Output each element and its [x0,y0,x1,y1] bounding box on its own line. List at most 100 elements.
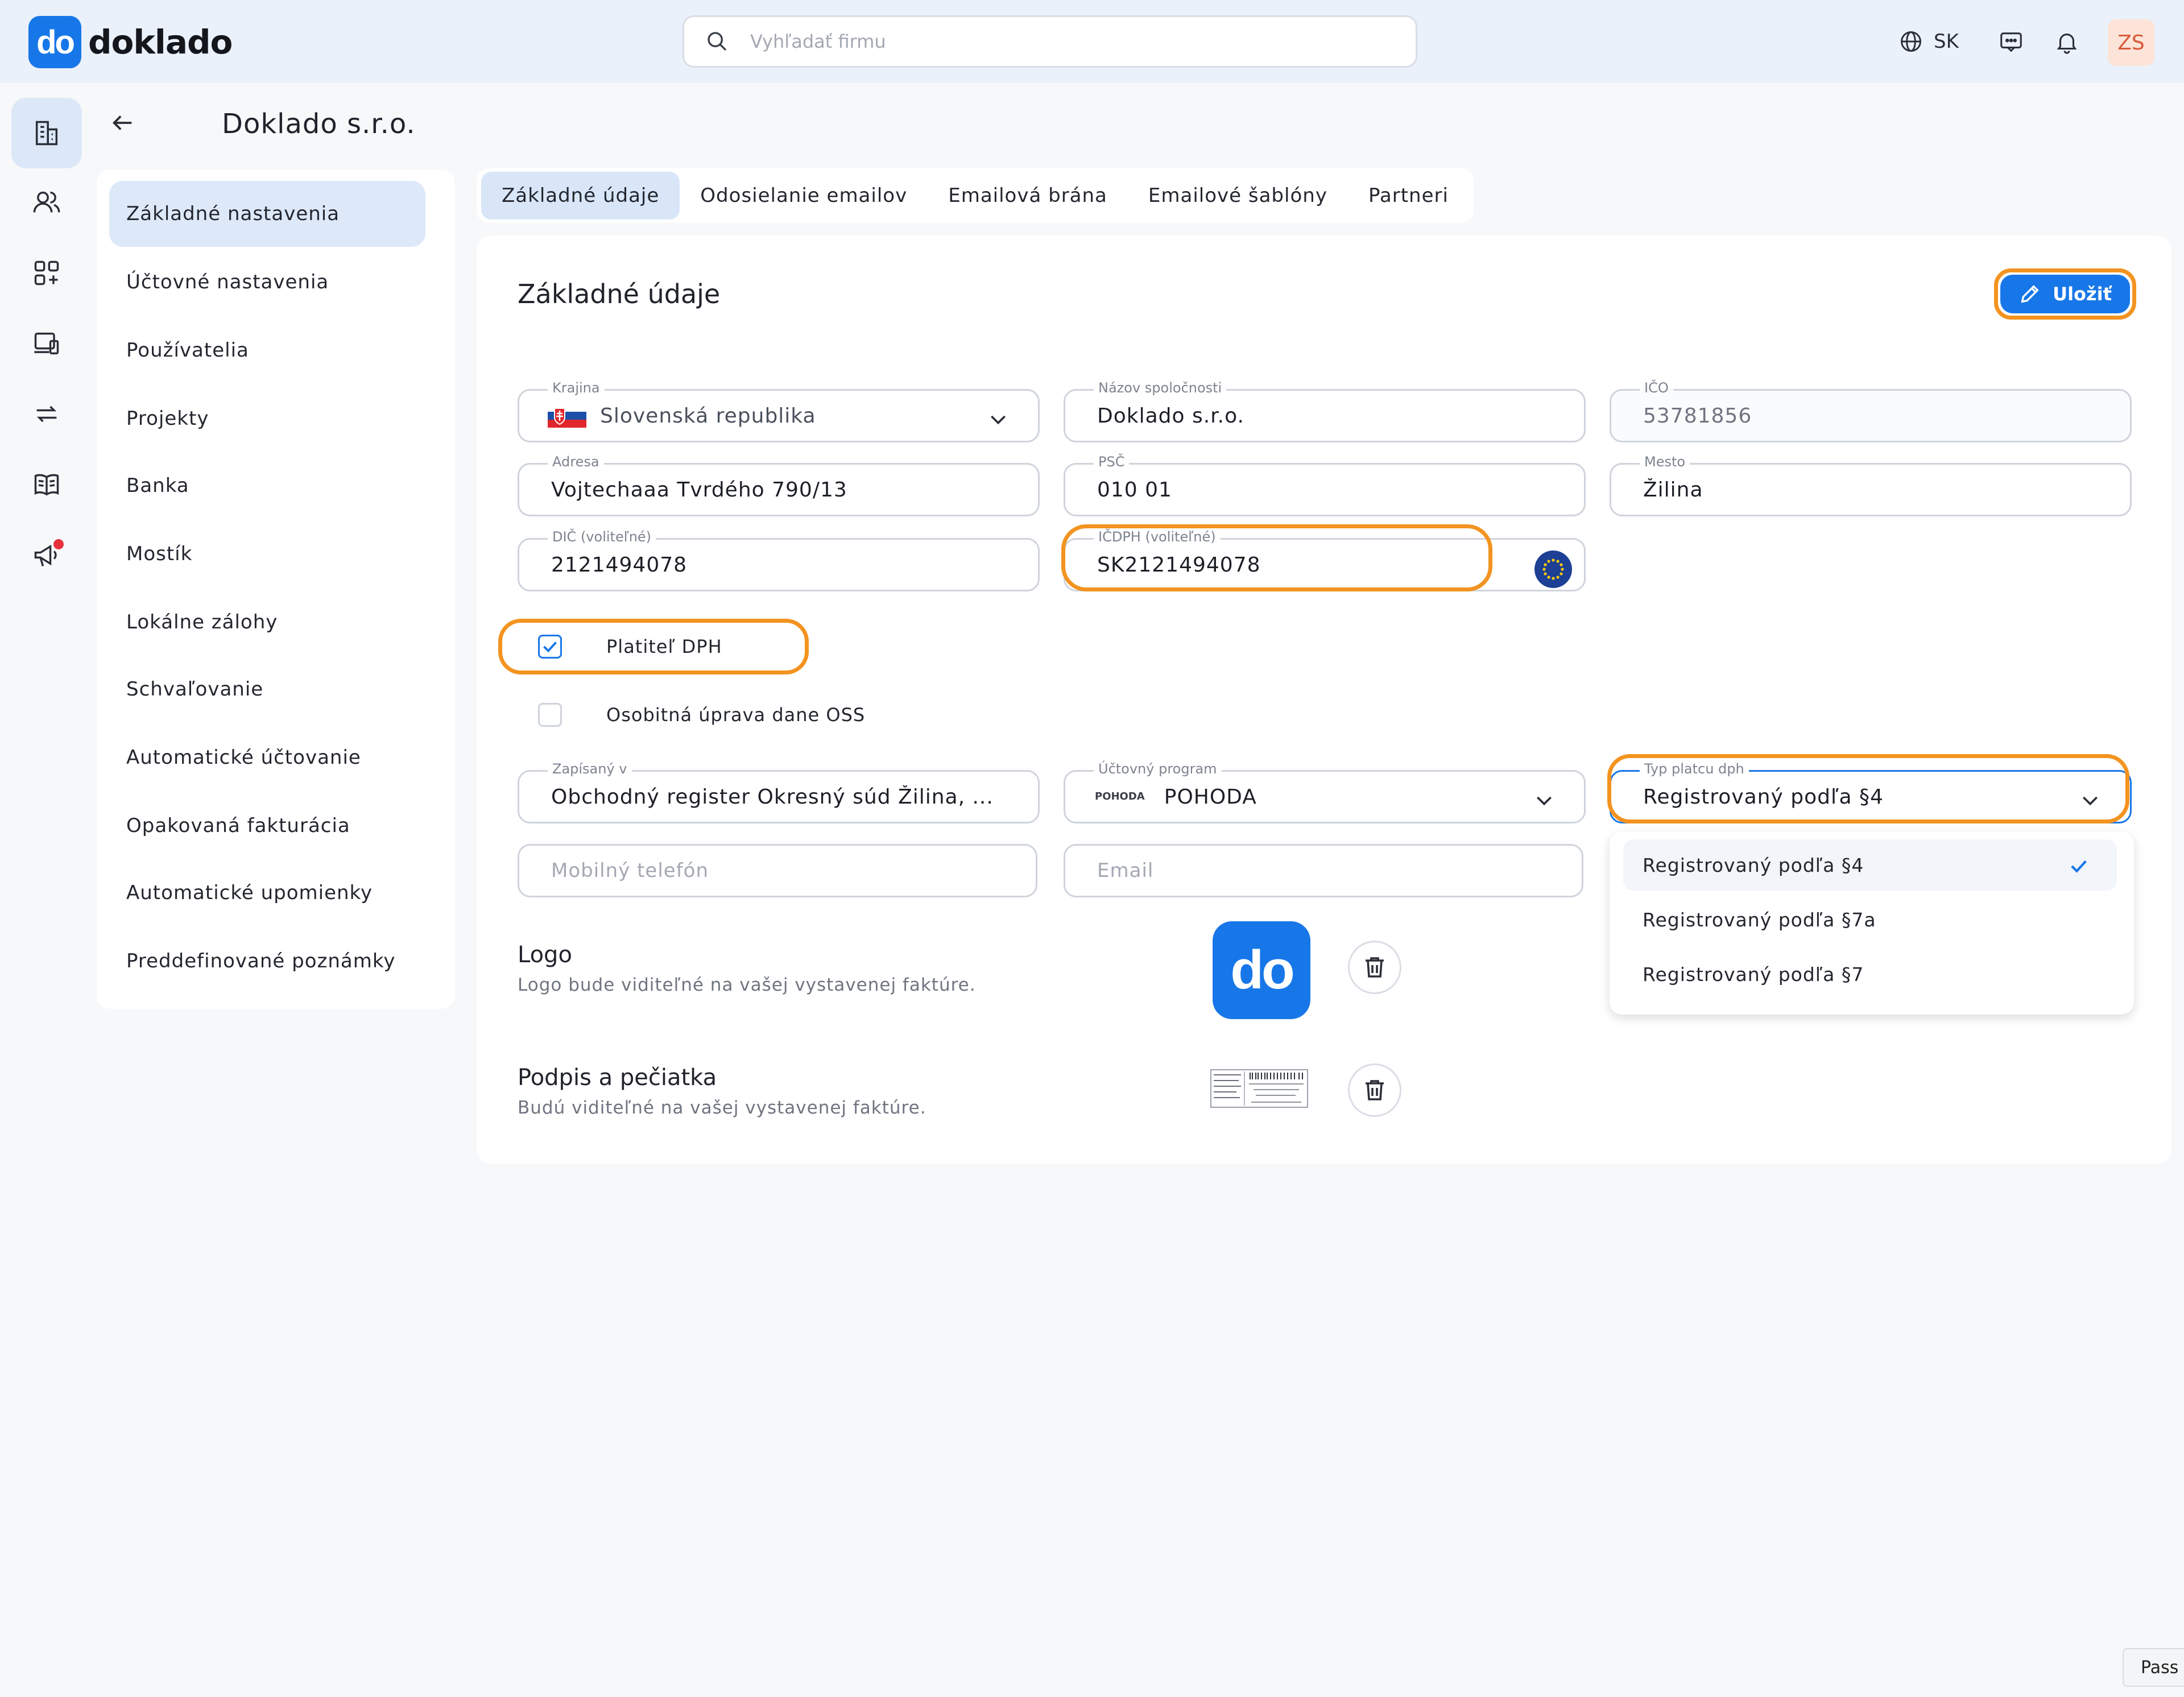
vat-type-option[interactable]: Registrovaný podľa §7 [1623,949,2117,1000]
accounting-program-select[interactable]: Účtovný program POHODA POHODA [1064,761,1586,823]
mobile-phone-field[interactable]: Mobilný telefón [518,844,1037,897]
registered-in-label: Zapísaný v [548,761,632,777]
dic-value: 2121494078 [551,553,688,577]
rail-knowledge-base[interactable] [11,449,82,520]
accounting-program-label: Účtovný program [1094,761,1222,777]
chevron-down-icon [2083,796,2098,806]
vat-type-value: Registrovaný podľa §4 [1643,785,1884,809]
language-switcher[interactable]: SK [1898,23,1959,60]
email-placeholder: Email [1097,859,1154,882]
basic-info-card: Základné údaje Uložiť Krajina Slovenská … [477,235,2171,1164]
chat-button[interactable] [1994,25,2028,59]
registered-in-value: Obchodný register Okresný súd Žilina, ..… [551,785,994,809]
search-input[interactable] [750,31,1319,52]
menu-item-bank[interactable]: Banka [109,453,425,519]
ico-field[interactable]: IČO 53781856 [1610,380,2132,442]
menu-item-local-backups[interactable]: Lokálne zálohy [109,589,425,655]
company-search[interactable] [682,15,1417,68]
notification-dot [53,539,64,549]
psc-field[interactable]: PSČ 010 01 [1064,454,1586,516]
signature-section-description: Budú viditeľné na vašej vystavenej faktú… [518,1098,926,1118]
menu-item-auto-reminders[interactable]: Automatické upomienky [109,860,425,926]
arrow-left-icon [112,115,132,130]
pohoda-logo: POHODA [1095,790,1145,802]
menu-item-auto-accounting[interactable]: Automatické účtovanie [109,725,425,790]
address-field[interactable]: Adresa Vojtechaaa Tvrdého 790/13 [518,454,1040,516]
vat-type-option[interactable]: Registrovaný podľa §4 [1623,839,2117,891]
menu-item-accounting-settings[interactable]: Účtovné nastavenia [109,249,425,315]
tab-basic-info[interactable]: Základné údaje [481,172,680,220]
save-button[interactable]: Uložiť [2000,275,2130,313]
company-name-field[interactable]: Názov spoločnosti Doklado s.r.o. [1064,380,1586,442]
menu-item-projects[interactable]: Projekty [109,386,425,452]
logo-section-description: Logo bude viditeľné na vašej vystavenej … [518,975,976,995]
icdph-field[interactable]: IČDPH (voliteľné) SK2121494078 [1064,529,1586,591]
menu-item-users[interactable]: Používatelia [109,317,425,383]
country-label: Krajina [548,380,605,396]
accounting-program-value: POHODA [1164,785,1257,809]
slovakia-flag-icon [548,404,586,428]
trash-icon [1366,957,1384,978]
notifications-button[interactable] [2050,25,2084,59]
eu-flag-icon [1534,551,1572,588]
rail-contacts[interactable] [11,167,82,238]
tab-partners[interactable]: Partneri [1348,172,1469,220]
oss-checkbox[interactable] [538,703,562,727]
top-bar: do doklado SK ZS [0,0,2184,83]
app-logo[interactable]: do doklado [28,16,233,68]
icdph-label: IČDPH (voliteľné) [1094,529,1221,545]
company-name-value: Doklado s.r.o. [1097,404,1244,428]
mobile-phone-placeholder: Mobilný telefón [551,859,709,882]
vat-type-label: Typ platcu dph [1640,761,1749,777]
users-icon [33,191,60,213]
rail-transfers[interactable] [11,379,82,449]
rail-companies[interactable] [11,98,82,168]
vat-type-select[interactable]: Typ platcu dph Registrovaný podľa §4 [1610,761,2132,823]
settings-menu: Základné nastavenia Účtovné nastavenia P… [97,169,455,1009]
dic-field[interactable]: DIČ (voliteľné) 2121494078 [518,529,1040,591]
language-code: SK [1934,30,1959,53]
menu-item-basic-settings[interactable]: Základné nastavenia [109,181,425,247]
menu-item-bridge[interactable]: Mostík [109,521,425,587]
psc-label: PSČ [1094,454,1130,470]
address-value: Vojtechaaa Tvrdého 790/13 [551,478,847,502]
menu-item-predefined-notes[interactable]: Preddefinované poznámky [109,928,425,994]
back-button[interactable] [106,106,140,140]
delete-logo-button[interactable] [1348,941,1401,994]
company-name-label: Názov spoločnosti [1094,380,1227,396]
delete-signature-button[interactable] [1348,1063,1401,1117]
city-value: Žilina [1643,478,1703,502]
transfer-arrows-icon [36,405,57,423]
trash-icon [1366,1080,1384,1100]
country-select[interactable]: Krajina Slovenská republika [518,380,1040,442]
bell-icon [2057,34,2077,54]
signature-section-title: Podpis a pečiatka [518,1065,717,1091]
password-manager-tab[interactable]: Pass [2123,1648,2184,1687]
menu-item-recurring-invoicing[interactable]: Opakovaná fakturácia [109,793,425,859]
tab-email-gateway[interactable]: Emailová brána [928,172,1128,220]
email-field[interactable]: Email [1064,844,1583,897]
logo-text: doklado [88,23,233,61]
tab-email-templates[interactable]: Emailové šablóny [1128,172,1348,220]
menu-item-approval[interactable]: Schvaľovanie [109,656,425,722]
settings-tabs: Základné údaje Odosielanie emailov Email… [477,168,1474,223]
logo-mark: do [28,16,81,68]
rail-announcements[interactable] [11,520,82,590]
rail-modules[interactable] [11,238,82,308]
tab-email-sending[interactable]: Odosielanie emailov [680,172,928,220]
oss-label: Osobitná úprava dane OSS [606,704,866,726]
user-avatar[interactable]: ZS [2108,19,2154,66]
icdph-value: SK2121494078 [1097,553,1261,577]
registered-in-field[interactable]: Zapísaný v Obchodný register Okresný súd… [518,761,1040,823]
vat-type-option[interactable]: Registrovaný podľa §7a [1623,894,2117,945]
pencil-icon [2021,285,2039,303]
address-label: Adresa [548,454,604,470]
city-label: Mesto [1640,454,1690,470]
building-icon [35,121,58,146]
save-button-label: Uložiť [2053,283,2112,305]
save-button-highlight: Uložiť [1994,268,2136,320]
city-field[interactable]: Mesto Žilina [1610,454,2132,516]
rail-documents[interactable] [11,308,82,379]
vat-payer-checkbox[interactable] [538,635,562,659]
chat-icon [2000,32,2022,52]
